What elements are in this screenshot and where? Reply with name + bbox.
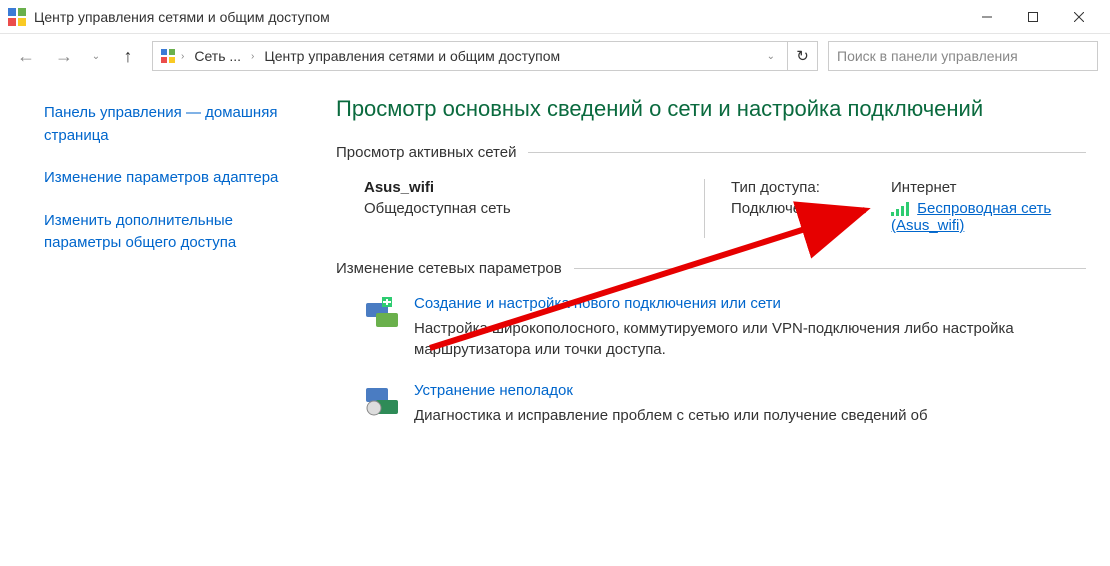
change-network-settings-group: Изменение сетевых параметров Создание и … bbox=[336, 260, 1086, 426]
new-connection-icon bbox=[364, 295, 400, 331]
close-button[interactable] bbox=[1056, 3, 1102, 31]
network-row: Asus_wifi Общедоступная сеть Тип доступа… bbox=[336, 179, 1086, 238]
breadcrumb-current[interactable]: Центр управления сетями и общим доступом bbox=[258, 48, 566, 64]
change-settings-legend: Изменение сетевых параметров bbox=[336, 260, 562, 277]
search-input[interactable]: Поиск в панели управления bbox=[828, 41, 1098, 71]
page-heading: Просмотр основных сведений о сети и наст… bbox=[336, 96, 1086, 122]
task-item: Устранение неполадок Диагностика и испра… bbox=[336, 382, 1086, 426]
window-title: Центр управления сетями и общим доступом bbox=[34, 9, 964, 25]
breadcrumb-network[interactable]: Сеть ... bbox=[188, 48, 247, 64]
access-type-value: Интернет bbox=[891, 179, 1086, 196]
breadcrumb-bar[interactable]: › Сеть ... › Центр управления сетями и о… bbox=[152, 41, 788, 71]
chevron-right-icon: › bbox=[181, 51, 184, 62]
task-troubleshoot-link[interactable]: Устранение неполадок bbox=[414, 382, 928, 399]
connections-label: Подключения: bbox=[731, 200, 891, 217]
wifi-signal-icon bbox=[891, 202, 909, 216]
nav-history-dropdown[interactable]: ⌄ bbox=[88, 42, 104, 70]
maximize-button[interactable] bbox=[1010, 3, 1056, 31]
active-networks-legend: Просмотр активных сетей bbox=[336, 144, 516, 161]
task-item: Создание и настройка нового подключения … bbox=[336, 295, 1086, 360]
network-location-icon bbox=[159, 47, 177, 65]
network-category: Общедоступная сеть bbox=[364, 200, 704, 217]
divider bbox=[528, 152, 1086, 153]
troubleshoot-icon bbox=[364, 382, 400, 418]
minimize-button[interactable] bbox=[964, 3, 1010, 31]
divider bbox=[574, 268, 1086, 269]
main-panel: Просмотр основных сведений о сети и наст… bbox=[300, 78, 1110, 566]
access-type-label: Тип доступа: bbox=[731, 179, 891, 196]
nav-forward-button[interactable]: → bbox=[50, 42, 78, 70]
chevron-right-icon: › bbox=[251, 51, 254, 62]
sidebar-link-sharing-settings[interactable]: Изменить дополнительные параметры общего… bbox=[44, 210, 280, 255]
sidebar-link-adapter-settings[interactable]: Изменение параметров адаптера bbox=[44, 167, 280, 190]
titlebar: Центр управления сетями и общим доступом bbox=[0, 0, 1110, 34]
active-networks-group: Просмотр активных сетей Asus_wifi Общедо… bbox=[336, 144, 1086, 238]
network-name: Asus_wifi bbox=[364, 179, 704, 196]
refresh-button[interactable]: ↻ bbox=[788, 41, 818, 71]
nav-up-button[interactable]: ↑ bbox=[114, 42, 142, 70]
connection-link[interactable]: Беспроводная сеть (Asus_wifi) bbox=[891, 200, 1051, 234]
sidebar: Панель управления — домашняя страница Из… bbox=[0, 78, 300, 566]
content: Панель управления — домашняя страница Из… bbox=[0, 78, 1110, 566]
app-icon bbox=[8, 8, 26, 26]
task-troubleshoot-desc: Диагностика и исправление проблем с сеть… bbox=[414, 405, 928, 426]
sidebar-link-home[interactable]: Панель управления — домашняя страница bbox=[44, 102, 280, 147]
address-bar: ← → ⌄ ↑ › Сеть ... › Центр управления се… bbox=[0, 34, 1110, 78]
nav-back-button[interactable]: ← bbox=[12, 42, 40, 70]
task-new-connection-desc: Настройка широкополосного, коммутируемог… bbox=[414, 318, 1086, 360]
task-new-connection-link[interactable]: Создание и настройка нового подключения … bbox=[414, 295, 1086, 312]
address-dropdown-icon[interactable]: ⌄ bbox=[761, 51, 781, 62]
